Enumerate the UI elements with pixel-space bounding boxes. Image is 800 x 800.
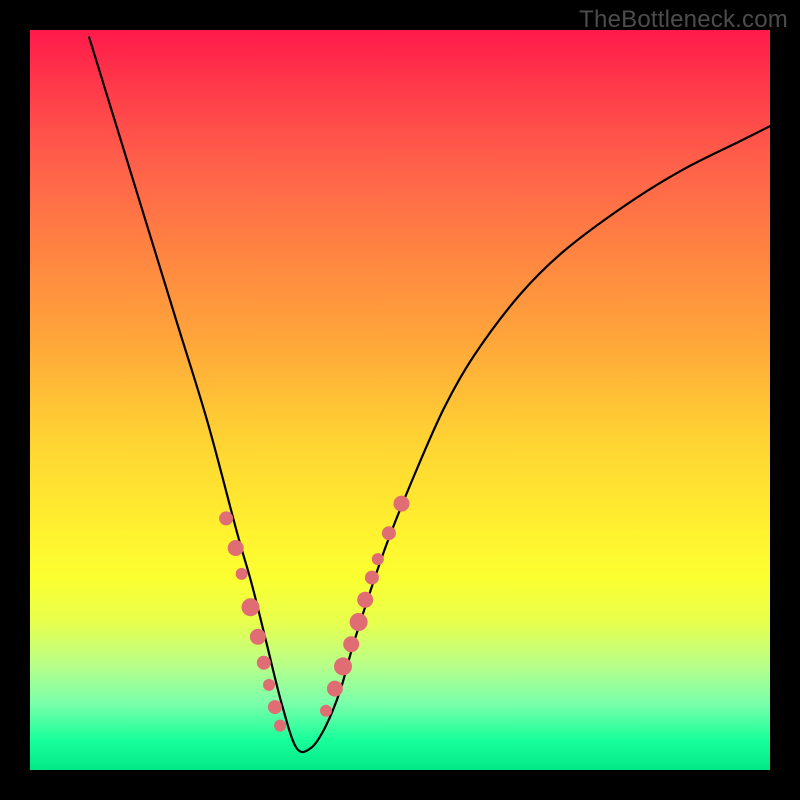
curve-marker bbox=[236, 568, 248, 580]
curve-marker bbox=[334, 657, 352, 675]
plot-area bbox=[30, 30, 770, 770]
bottleneck-curve bbox=[89, 37, 770, 752]
curve-marker bbox=[257, 656, 271, 670]
curve-marker bbox=[320, 705, 332, 717]
curve-marker bbox=[357, 592, 373, 608]
curve-marker bbox=[343, 636, 359, 652]
curve-marker bbox=[372, 553, 384, 565]
curve-marker bbox=[365, 571, 379, 585]
curve-marker bbox=[327, 681, 343, 697]
chart-frame: TheBottleneck.com bbox=[0, 0, 800, 800]
curve-marker bbox=[274, 720, 286, 732]
curve-marker bbox=[350, 613, 368, 631]
curve-marker bbox=[268, 700, 282, 714]
curve-marker bbox=[382, 526, 396, 540]
curve-marker bbox=[242, 598, 260, 616]
curve-marker bbox=[394, 496, 410, 512]
curve-markers bbox=[219, 496, 409, 732]
curve-marker bbox=[250, 629, 266, 645]
curve-svg bbox=[30, 30, 770, 770]
curve-marker bbox=[228, 540, 244, 556]
curve-marker bbox=[263, 679, 275, 691]
curve-marker bbox=[219, 511, 233, 525]
